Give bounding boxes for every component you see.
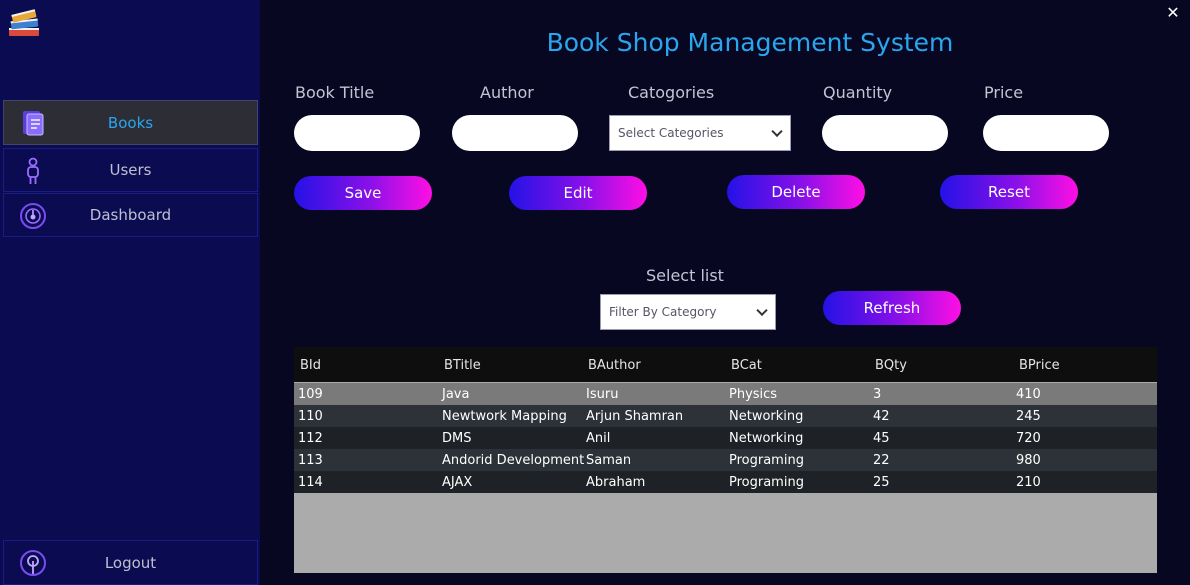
table-cell: 109 — [298, 387, 323, 402]
books-table: BId BTitle BAuthor BCat BQty BPrice 109 Java Is… — [294, 347, 1157, 573]
table-cell: 112 — [298, 431, 323, 446]
refresh-button[interactable]: Refresh — [823, 291, 961, 325]
table-cell: 110 — [298, 409, 323, 424]
table-row[interactable]: 109 Java Isuru Physics 3 410 — [294, 383, 1157, 405]
author-label: Author — [480, 83, 534, 102]
delete-button[interactable]: Delete — [727, 175, 865, 209]
column-header[interactable]: BQty — [875, 358, 907, 373]
category-select-value: Select Categories — [618, 126, 724, 140]
table-cell: 45 — [873, 431, 890, 446]
filter-category-select[interactable]: Filter By Category — [600, 294, 776, 330]
table-header: BId BTitle BAuthor BCat BQty BPrice — [294, 347, 1157, 382]
sidebar-item-label: Books — [107, 113, 154, 132]
table-row[interactable]: 112 DMS Anil Networking 45 720 — [294, 427, 1157, 449]
table-cell: Physics — [729, 387, 778, 402]
table-cell: 42 — [873, 409, 890, 424]
table-cell: Networking — [729, 431, 804, 446]
table-row[interactable]: 113 Andorid Development Saman Programing 22 9… — [294, 449, 1157, 471]
column-header[interactable]: BAuthor — [588, 358, 641, 373]
logout-icon — [20, 550, 46, 576]
table-cell: Programing — [729, 453, 804, 468]
dashboard-icon — [20, 203, 46, 229]
filter-select-value: Filter By Category — [609, 305, 717, 319]
quantity-label: Quantity — [823, 83, 893, 102]
book-title-label: Book Title — [295, 83, 375, 102]
table-cell: 980 — [1016, 453, 1041, 468]
page-title: Book Shop Management System — [546, 28, 954, 57]
table-cell: 410 — [1016, 387, 1041, 402]
sidebar-item-label: Logout — [104, 553, 157, 572]
table-cell: Programing — [729, 475, 804, 490]
close-button[interactable]: ✕ — [1163, 4, 1183, 22]
chevron-down-icon — [756, 304, 768, 317]
table-cell: Isuru — [586, 387, 619, 402]
sidebar-item-users[interactable]: Users — [3, 148, 258, 192]
sidebar-item-label: Dashboard — [89, 206, 172, 224]
price-label: Price — [984, 83, 1024, 102]
table-cell: 22 — [873, 453, 890, 468]
categories-label: Catogories — [628, 83, 715, 102]
quantity-input[interactable] — [822, 115, 948, 151]
table-row[interactable]: 110 Newtwork Mapping Arjun Shamran Networki… — [294, 405, 1157, 427]
table-cell: 210 — [1016, 475, 1041, 490]
table-cell: Newtwork Mapping — [442, 409, 567, 424]
sidebar-item-dashboard[interactable]: Dashboard — [3, 193, 258, 237]
books-logo-icon — [9, 9, 39, 36]
table-cell: 114 — [298, 475, 323, 490]
table-cell: Java — [442, 387, 470, 402]
category-select[interactable]: Select Categories — [609, 115, 791, 151]
chevron-down-icon — [771, 125, 783, 138]
table-cell: Andorid Development — [442, 453, 585, 468]
table-cell: Anil — [586, 431, 611, 446]
table-cell: 113 — [298, 453, 323, 468]
select-list-label: Select list — [646, 266, 724, 285]
table-cell: 3 — [873, 387, 882, 402]
reset-button[interactable]: Reset — [940, 175, 1078, 209]
author-input[interactable] — [452, 115, 578, 151]
sidebar-item-label: Users — [109, 161, 152, 179]
column-header[interactable]: BCat — [731, 358, 762, 373]
table-cell: Arjun Shamran — [586, 409, 684, 424]
edit-button[interactable]: Edit — [509, 176, 647, 210]
table-row[interactable]: 114 AJAX Abraham Programing 25 210 — [294, 471, 1157, 493]
table-cell: DMS — [442, 431, 472, 446]
sidebar: Books Users Dashboard Logout — [0, 0, 260, 585]
table-cell: Abraham — [586, 475, 646, 490]
price-input[interactable] — [983, 115, 1109, 151]
table-cell: AJAX — [442, 475, 473, 490]
table-cell: 25 — [873, 475, 890, 490]
table-cell: Networking — [729, 409, 804, 424]
user-icon — [27, 157, 39, 184]
column-header[interactable]: BId — [300, 358, 321, 373]
sidebar-item-books[interactable]: Books — [3, 100, 258, 145]
table-cell: 720 — [1016, 431, 1041, 446]
column-header[interactable]: BTitle — [444, 358, 481, 373]
book-icon — [23, 111, 44, 136]
table-cell: Saman — [586, 453, 632, 468]
save-button[interactable]: Save — [294, 176, 432, 210]
sidebar-item-logout[interactable]: Logout — [3, 540, 258, 585]
table-cell: 245 — [1016, 409, 1041, 424]
column-header[interactable]: BPrice — [1019, 358, 1060, 373]
book-title-input[interactable] — [294, 115, 420, 151]
